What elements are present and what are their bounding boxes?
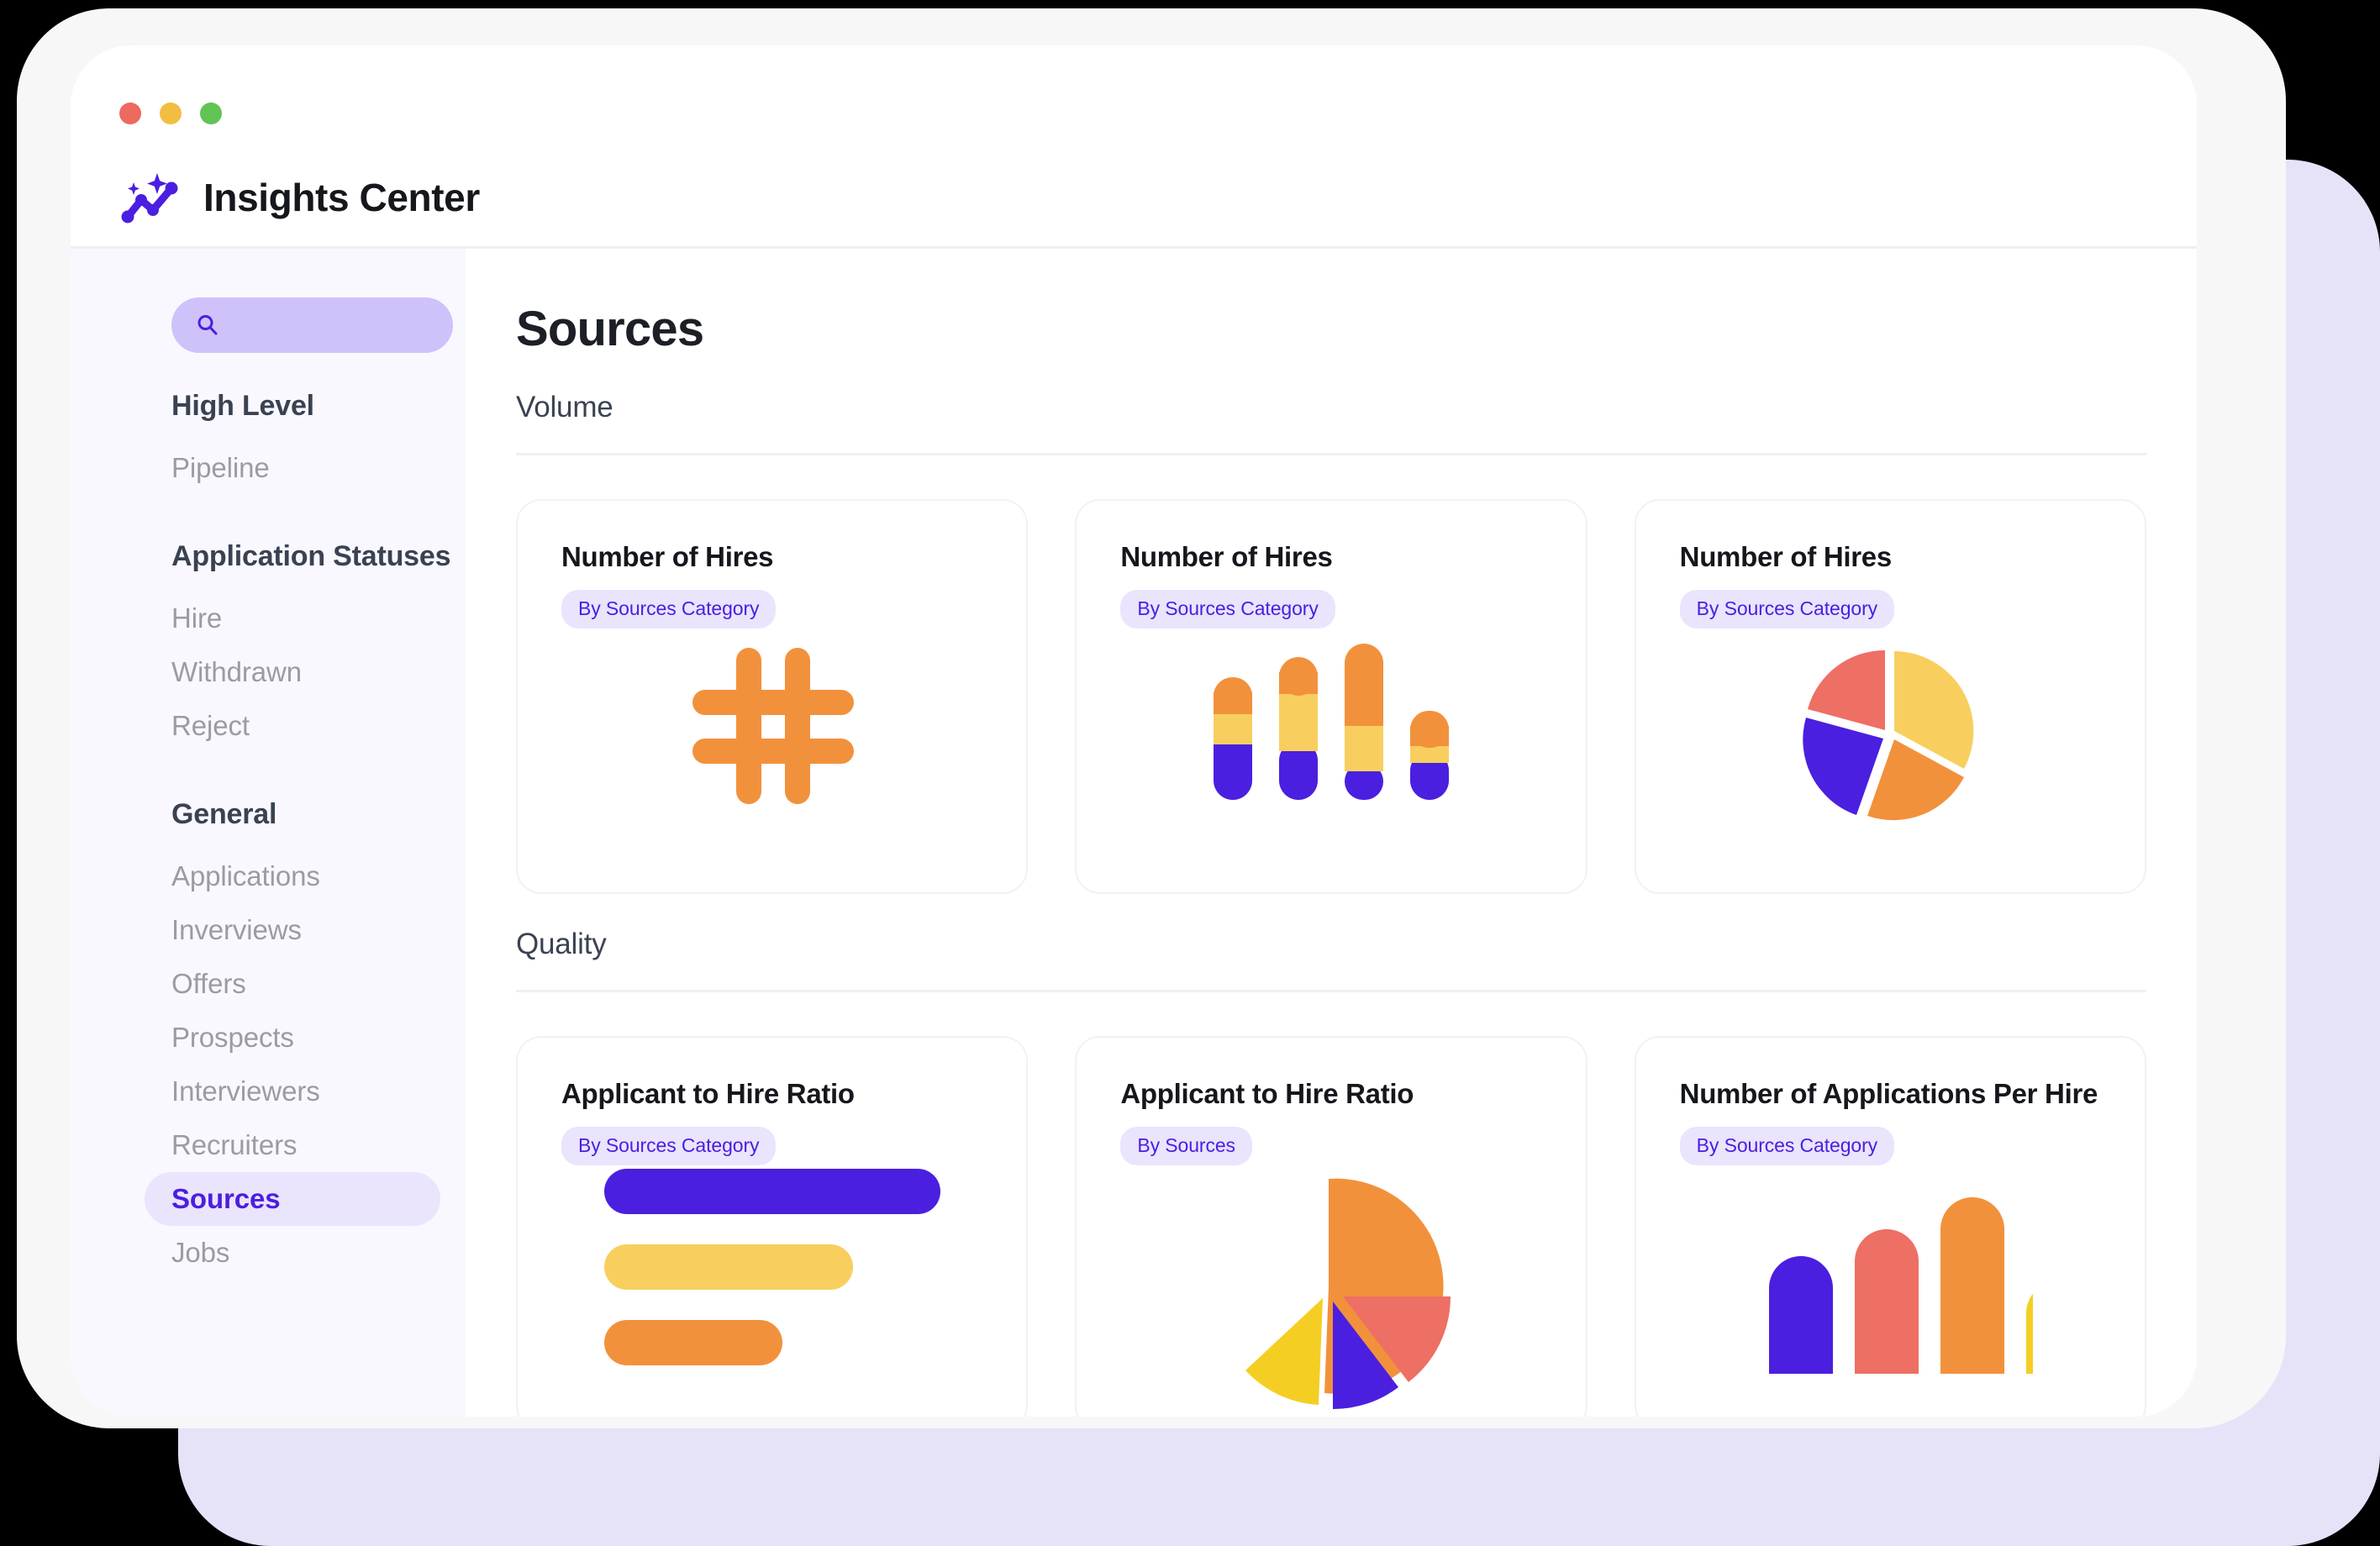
window-body: High Level Pipeline Application Statuses…	[71, 249, 2197, 1417]
card-title: Number of Hires	[561, 541, 774, 572]
card-badge: By Sources Category	[1679, 590, 1895, 628]
nav-group-title-application-statuses: Application Statuses	[171, 540, 451, 572]
nav-group-title-general: General	[171, 798, 277, 830]
sidebar-item-hire[interactable]: Hire	[71, 592, 466, 645]
exploded-pie-chart	[1636, 642, 2145, 892]
section-label-quality: Quality	[516, 928, 607, 960]
nav-group-high-level: High Level Pipeline	[71, 390, 466, 495]
app-title: Insights Center	[203, 176, 480, 219]
main-content: Sources Volume Number of Hires By Source…	[466, 249, 2197, 1417]
sidebar: High Level Pipeline Application Statuses…	[71, 249, 466, 1417]
card-title: Number of Hires	[1679, 541, 1893, 572]
close-window-button[interactable]	[119, 103, 141, 124]
card-row-quality: Applicant to Hire Ratio By Sources Categ…	[516, 1036, 2197, 1417]
card-badge: By Sources	[1120, 1127, 1252, 1165]
search-icon	[195, 313, 220, 338]
sidebar-item-jobs[interactable]: Jobs	[71, 1226, 466, 1280]
card-title: Applicant to Hire Ratio	[561, 1078, 855, 1109]
card-applicant-to-hire-ratio-bars[interactable]: Applicant to Hire Ratio By Sources Categ…	[516, 1036, 1029, 1417]
sidebar-item-recruiters[interactable]: Recruiters	[71, 1118, 466, 1172]
minimize-window-button[interactable]	[160, 103, 182, 124]
sidebar-item-prospects[interactable]: Prospects	[71, 1011, 466, 1065]
screenshot-stage: Insights Center High Level Pipeline Appl…	[0, 0, 2380, 1546]
card-title: Applicant to Hire Ratio	[1120, 1078, 1414, 1109]
sidebar-item-pipeline[interactable]: Pipeline	[71, 441, 466, 495]
section-label-volume: Volume	[516, 391, 613, 423]
card-title: Number of Hires	[1120, 541, 1333, 572]
sidebar-item-reject[interactable]: Reject	[71, 699, 466, 753]
sidebar-nav: High Level Pipeline Application Statuses…	[71, 390, 466, 1280]
app-window: Insights Center High Level Pipeline Appl…	[71, 45, 2197, 1417]
sparkle-line-chart-icon	[119, 171, 187, 223]
sidebar-item-withdrawn[interactable]: Withdrawn	[71, 645, 466, 699]
card-badge: By Sources Category	[561, 590, 777, 628]
maximize-window-button[interactable]	[200, 103, 222, 124]
hash-icon	[518, 642, 1026, 892]
exploded-pie-chart-large	[1077, 1164, 1585, 1417]
window-traffic-lights	[119, 103, 2197, 124]
sidebar-item-inverviews[interactable]: Inverviews	[71, 903, 466, 957]
card-applications-per-hire-columns[interactable]: Number of Applications Per Hire By Sourc…	[1634, 1036, 2146, 1417]
app-brand: Insights Center	[119, 171, 2197, 223]
card-badge: By Sources Category	[1679, 1127, 1895, 1165]
nav-group-general: General Applications Inverviews Offers P…	[71, 798, 466, 1280]
section-divider-volume	[516, 453, 2146, 455]
search-input[interactable]	[171, 297, 453, 353]
card-number-of-hires-pie[interactable]: Number of Hires By Sources Category	[1634, 499, 2146, 894]
sidebar-item-applications[interactable]: Applications	[71, 849, 466, 903]
card-row-volume: Number of Hires By Sources Category Numb…	[516, 499, 2197, 894]
card-title: Number of Applications Per Hire	[1679, 1078, 2098, 1109]
nav-group-title-high-level: High Level	[171, 390, 314, 422]
card-badge: By Sources Category	[561, 1127, 777, 1165]
page-title: Sources	[516, 302, 704, 356]
card-number-of-hires-bars[interactable]: Number of Hires By Sources Category	[1075, 499, 1588, 894]
section-divider-quality	[516, 990, 2146, 992]
card-number-of-hires-hash[interactable]: Number of Hires By Sources Category	[516, 499, 1029, 894]
column-chart	[1636, 1164, 2145, 1417]
nav-group-application-statuses: Application Statuses Hire Withdrawn Reje…	[71, 540, 466, 753]
sidebar-item-sources[interactable]: Sources	[145, 1172, 440, 1226]
card-badge: By Sources Category	[1120, 590, 1335, 628]
card-applicant-to-hire-ratio-pie[interactable]: Applicant to Hire Ratio By Sources	[1075, 1036, 1588, 1417]
horizontal-bar-chart	[518, 1164, 1026, 1417]
sidebar-item-offers[interactable]: Offers	[71, 957, 466, 1011]
sidebar-item-interviewers[interactable]: Interviewers	[71, 1065, 466, 1118]
stacked-bar-chart	[1077, 642, 1585, 892]
window-titlebar: Insights Center	[71, 45, 2197, 249]
